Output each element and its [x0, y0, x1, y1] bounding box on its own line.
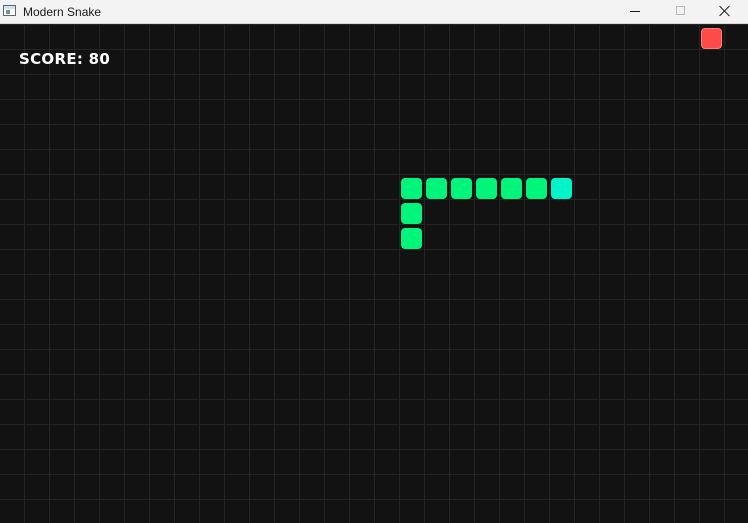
snake-body-segment — [451, 178, 472, 199]
minimize-button[interactable] — [612, 0, 658, 23]
maximize-icon — [676, 6, 685, 15]
game-window: Modern Snake SCORE: 80 — [0, 0, 748, 523]
close-icon — [719, 5, 731, 17]
snake-body-segment — [526, 178, 547, 199]
snake-body-segment — [426, 178, 447, 199]
minimize-icon — [630, 11, 640, 12]
close-button[interactable] — [702, 0, 748, 23]
app-window-icon — [3, 5, 16, 16]
score-display: SCORE: 80 — [19, 50, 111, 68]
food-item — [701, 28, 722, 49]
maximize-button[interactable] — [658, 0, 704, 23]
snake-body-segment — [401, 228, 422, 249]
window-title: Modern Snake — [23, 5, 102, 19]
snake-body-segment — [401, 203, 422, 224]
game-board[interactable]: SCORE: 80 — [0, 24, 748, 523]
snake-head — [551, 178, 572, 199]
snake-body-segment — [501, 178, 522, 199]
title-bar[interactable]: Modern Snake — [0, 0, 748, 24]
snake-body-segment — [476, 178, 497, 199]
snake-body-segment — [401, 178, 422, 199]
